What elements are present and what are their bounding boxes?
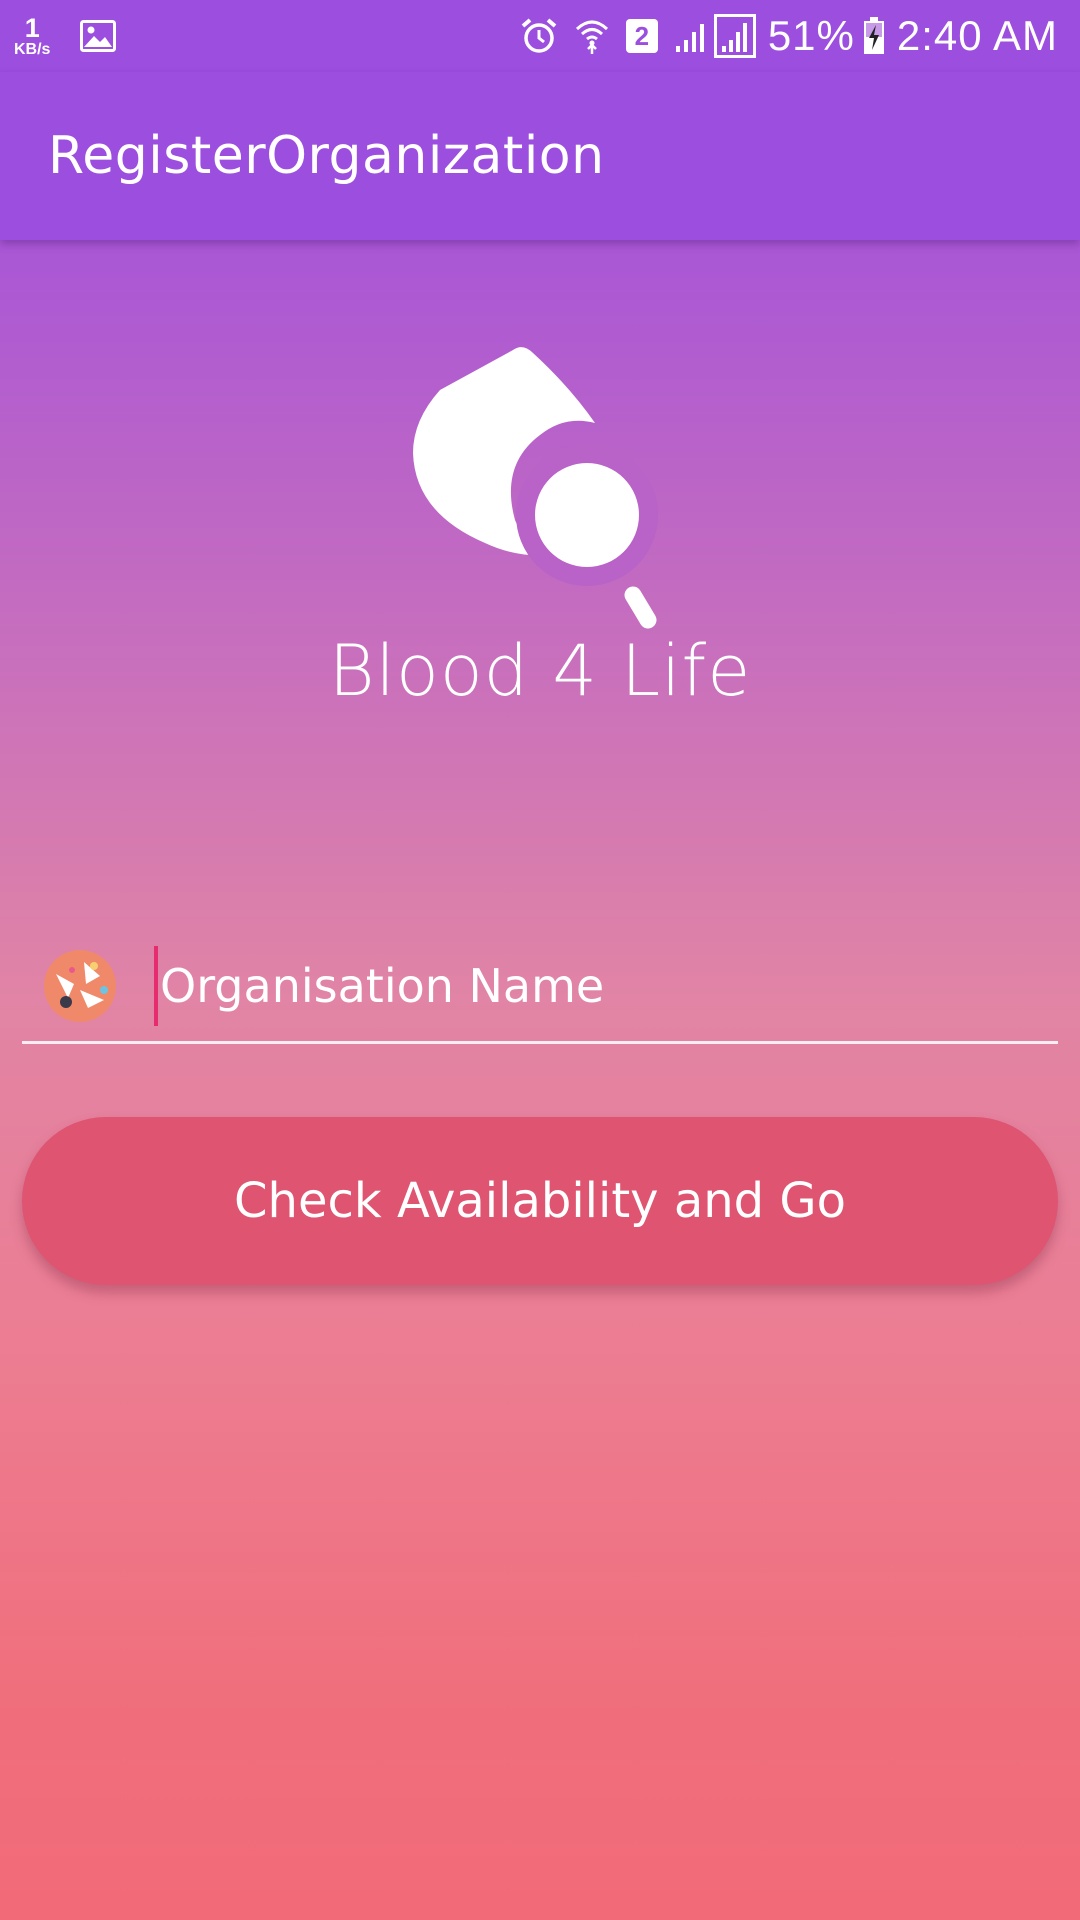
battery-charging-icon xyxy=(863,17,885,55)
status-bar-right: 2 51% 2:40 AM xyxy=(504,0,1058,72)
organisation-name-row xyxy=(22,930,1058,1044)
wifi-icon xyxy=(574,17,610,55)
organisation-name-input[interactable] xyxy=(154,945,1058,1026)
status-bar: 1 KB/s 2 51% 2:40 AM xyxy=(0,0,1080,72)
organisation-icon xyxy=(44,949,116,1022)
brand-name: Blood 4 Life xyxy=(328,630,752,712)
battery-percent: 51% xyxy=(767,12,855,59)
gallery-icon xyxy=(80,20,117,52)
signal-icon xyxy=(674,18,708,54)
status-bar-left: 1 KB/s xyxy=(14,0,117,72)
network-speed-value: 1 xyxy=(24,12,40,43)
app-bar: RegisterOrganization xyxy=(0,72,1080,240)
alarm-icon xyxy=(520,17,558,55)
blood-drop-magnifier-icon xyxy=(405,345,665,635)
network-speed-unit: KB/s xyxy=(14,40,51,58)
signal-icon xyxy=(713,14,756,58)
check-availability-button[interactable]: Check Availability and Go xyxy=(22,1117,1058,1285)
page-title: RegisterOrganization xyxy=(48,126,605,186)
clock-time: 2:40 AM xyxy=(896,12,1058,59)
network-speed: 1 KB/s xyxy=(14,12,51,58)
sim-slot-badge: 2 xyxy=(625,19,658,53)
